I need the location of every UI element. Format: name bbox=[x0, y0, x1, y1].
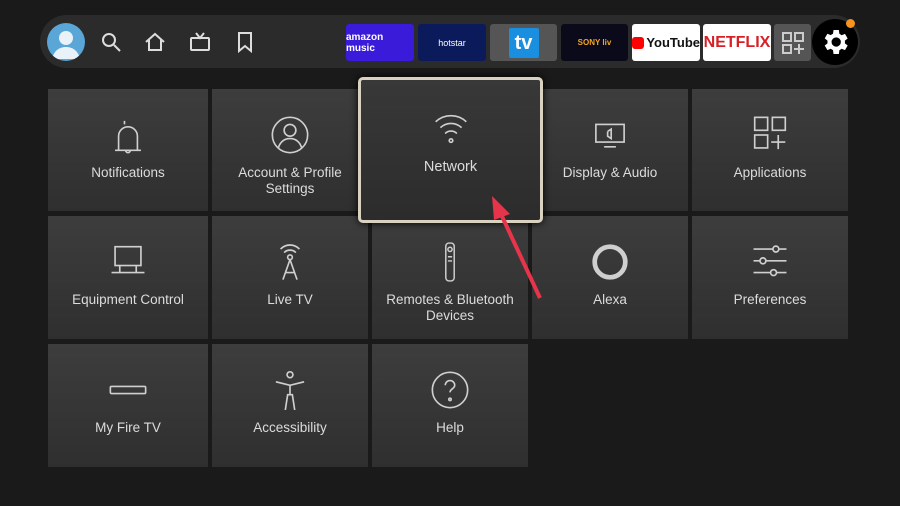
annotation-arrow bbox=[492, 196, 542, 299]
